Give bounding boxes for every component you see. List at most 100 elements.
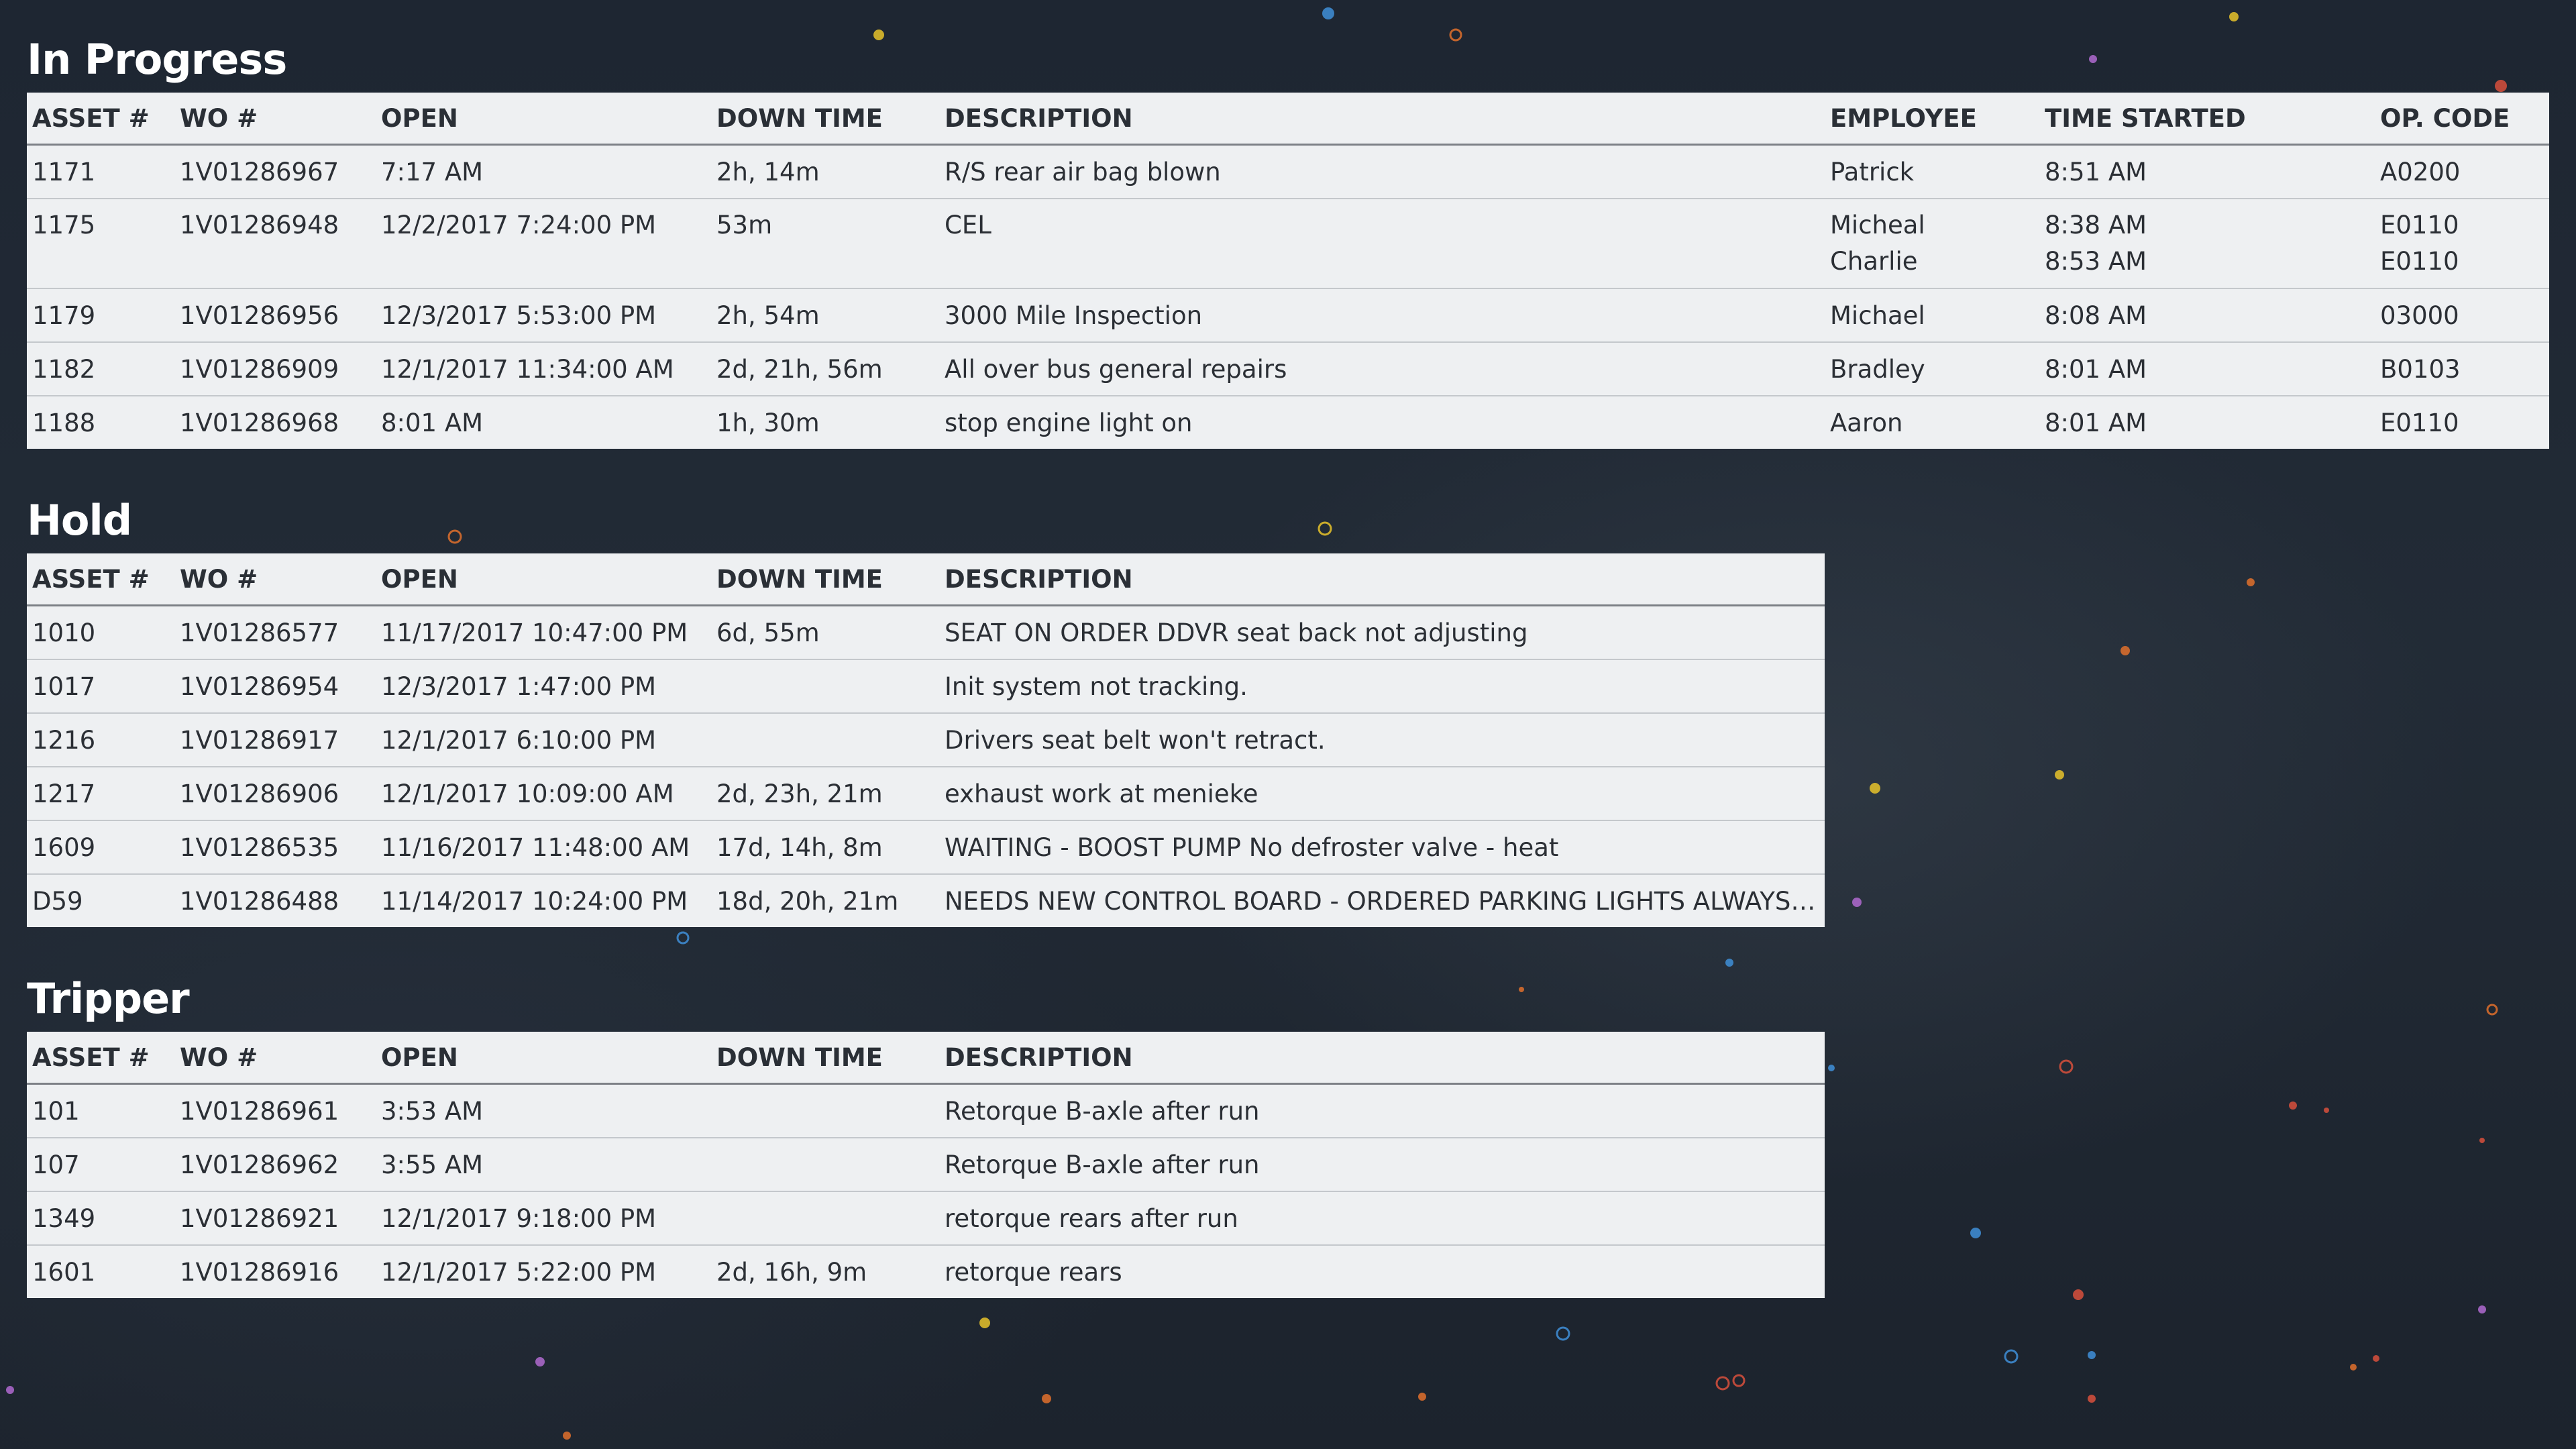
- cell-down-time: 17d, 14h, 8m: [711, 820, 939, 875]
- section-title-in-progress: In Progress: [27, 35, 287, 84]
- table-row: D59 1V01286488 11/14/2017 10:24:00 PM 18…: [27, 874, 1825, 927]
- cell-asset: 1601: [32, 1257, 96, 1287]
- cell-description: stop engine light on: [945, 408, 1193, 437]
- cell-description: exhaust work at menieke: [939, 767, 1825, 821]
- cell-asset: D59: [32, 886, 83, 916]
- cell-description: Retorque B-axle after run: [939, 1083, 1825, 1138]
- cell-wo: 1V01286535: [174, 820, 376, 875]
- cell-asset: 1188: [32, 408, 96, 437]
- cell-asset: 1182: [27, 342, 174, 396]
- cell-down-time: 2d, 16h, 9m: [716, 1257, 867, 1287]
- cell-description: All over bus general repairs: [939, 342, 1825, 396]
- particle-dot: [1322, 7, 1334, 19]
- cell-wo: 1V01286948: [180, 211, 339, 239]
- cell-down-time: 2d, 23h, 21m: [711, 767, 939, 821]
- header-open: OPEN: [376, 93, 711, 146]
- cell-time-started: 8:08 AM: [2039, 288, 2375, 343]
- cell-wo: 1V01286967: [174, 144, 376, 199]
- header-open: OPEN: [376, 1032, 711, 1085]
- hold-table: ASSET # WO # OPEN DOWN TIME DESCRIPTION …: [27, 553, 1825, 927]
- table-row: 1017 1V01286954 12/3/2017 1:47:00 PM Ini…: [27, 659, 1825, 714]
- cell-asset: 1217: [27, 767, 174, 821]
- table-row: 1179 1V01286956 12/3/2017 5:53:00 PM 2h,…: [27, 288, 2549, 343]
- cell-wo: 1V01286954: [174, 659, 376, 714]
- cell-wo: 1V01286961: [174, 1083, 376, 1138]
- header-description: DESCRIPTION: [939, 1032, 1825, 1085]
- table-row: 1171 1V01286967 7:17 AM 2h, 14m R/S rear…: [27, 144, 2549, 199]
- cell-employee: Bradley: [1825, 342, 2039, 396]
- cell-asset: 101: [27, 1083, 174, 1138]
- cell-open: 8:01 AM: [381, 408, 484, 437]
- particle-dot: [1732, 1374, 1746, 1387]
- tripper-table: ASSET # WO # OPEN DOWN TIME DESCRIPTION …: [27, 1032, 1825, 1298]
- cell-asset: 1017: [27, 659, 174, 714]
- table-row: 1217 1V01286906 12/1/2017 10:09:00 AM 2d…: [27, 767, 1825, 821]
- cell-open: 3:55 AM: [376, 1138, 711, 1192]
- table-row: 1010 1V01286577 11/17/2017 10:47:00 PM 6…: [27, 605, 1825, 660]
- header-description: DESCRIPTION: [939, 93, 1825, 146]
- cell-wo: 1V01286921: [174, 1191, 376, 1246]
- table-row: 1216 1V01286917 12/1/2017 6:10:00 PM Dri…: [27, 713, 1825, 767]
- table-row: 1175 1V01286948 12/2/2017 7:24:00 PM 53m…: [27, 199, 2549, 289]
- section-title-hold: Hold: [27, 496, 132, 545]
- section-title-tripper: Tripper: [27, 974, 190, 1023]
- cell-op-code: A0200: [2375, 144, 2549, 199]
- header-op-code: OP. CODE: [2375, 93, 2549, 146]
- header-asset: ASSET #: [27, 553, 174, 606]
- cell-open: 12/1/2017 11:34:00 AM: [376, 342, 711, 396]
- cell-open: 12/1/2017 6:10:00 PM: [376, 713, 711, 767]
- table-row: 1188 1V01286968 8:01 AM 1h, 30m stop eng…: [27, 396, 2549, 449]
- particle-dot: [2004, 1349, 2019, 1364]
- cell-open: 11/17/2017 10:47:00 PM: [376, 605, 711, 660]
- in-progress-table: ASSET # WO # OPEN DOWN TIME DESCRIPTION …: [27, 93, 2549, 449]
- cell-description: Retorque B-axle after run: [939, 1138, 1825, 1192]
- cell-down-time: 1h, 30m: [716, 408, 820, 437]
- cell-asset: 1609: [27, 820, 174, 875]
- cell-wo: 1V01286909: [174, 342, 376, 396]
- particle-dot: [1715, 1376, 1730, 1391]
- header-open: OPEN: [376, 553, 711, 606]
- header-down-time: DOWN TIME: [711, 553, 939, 606]
- table-row: 1609 1V01286535 11/16/2017 11:48:00 AM 1…: [27, 820, 1825, 875]
- cell-op-code: E0110: [2380, 408, 2459, 437]
- header-down-time: DOWN TIME: [711, 1032, 939, 1085]
- cell-open: 11/16/2017 11:48:00 AM: [376, 820, 711, 875]
- cell-description: Drivers seat belt won't retract.: [939, 713, 1825, 767]
- cell-asset: 1175: [32, 211, 96, 239]
- table-row: 107 1V01286962 3:55 AM Retorque B-axle a…: [27, 1138, 1825, 1192]
- cell-description: NEEDS NEW CONTROL BOARD - ORDERED PARKIN…: [945, 886, 1823, 916]
- header-wo: WO #: [174, 1032, 376, 1085]
- cell-description: R/S rear air bag blown: [939, 144, 1825, 199]
- cell-down-time: [711, 1083, 939, 1138]
- cell-op-code: E0110: [2380, 247, 2459, 276]
- work-order-board: In Progress ASSET # WO # OPEN DOWN TIME …: [27, 27, 2549, 1337]
- cell-description: CEL: [945, 211, 991, 239]
- particle-dot: [535, 1357, 545, 1366]
- section-hold: Hold ASSET # WO # OPEN DOWN TIME DESCRIP…: [27, 488, 2549, 927]
- cell-down-time: 6d, 55m: [711, 605, 939, 660]
- cell-time-started: 8:01 AM: [2045, 408, 2147, 437]
- cell-down-time: 53m: [716, 211, 773, 239]
- cell-employee: Micheal: [1830, 211, 1925, 239]
- particle-dot: [1418, 1393, 1426, 1401]
- cell-description: retorque rears after run: [939, 1191, 1825, 1246]
- table-header-row: ASSET # WO # OPEN DOWN TIME DESCRIPTION: [27, 1032, 1825, 1085]
- particle-dot: [2373, 1355, 2379, 1362]
- particle-dot: [2088, 1395, 2096, 1403]
- cell-employee: Patrick: [1825, 144, 2039, 199]
- cell-asset: 107: [27, 1138, 174, 1192]
- header-time-started: TIME STARTED: [2039, 93, 2375, 146]
- section-in-progress: In Progress ASSET # WO # OPEN DOWN TIME …: [27, 27, 2549, 449]
- cell-open: 12/3/2017 1:47:00 PM: [376, 659, 711, 714]
- cell-open: 7:17 AM: [376, 144, 711, 199]
- header-asset: ASSET #: [27, 93, 174, 146]
- cell-op-code: 03000: [2375, 288, 2549, 343]
- cell-down-time: [711, 1191, 939, 1246]
- particle-dot: [2350, 1364, 2357, 1371]
- cell-down-time: [711, 713, 939, 767]
- cell-wo: 1V01286962: [174, 1138, 376, 1192]
- particle-dot: [563, 1432, 571, 1440]
- cell-wo: 1V01286917: [174, 713, 376, 767]
- cell-open: 11/14/2017 10:24:00 PM: [381, 886, 688, 916]
- header-down-time: DOWN TIME: [711, 93, 939, 146]
